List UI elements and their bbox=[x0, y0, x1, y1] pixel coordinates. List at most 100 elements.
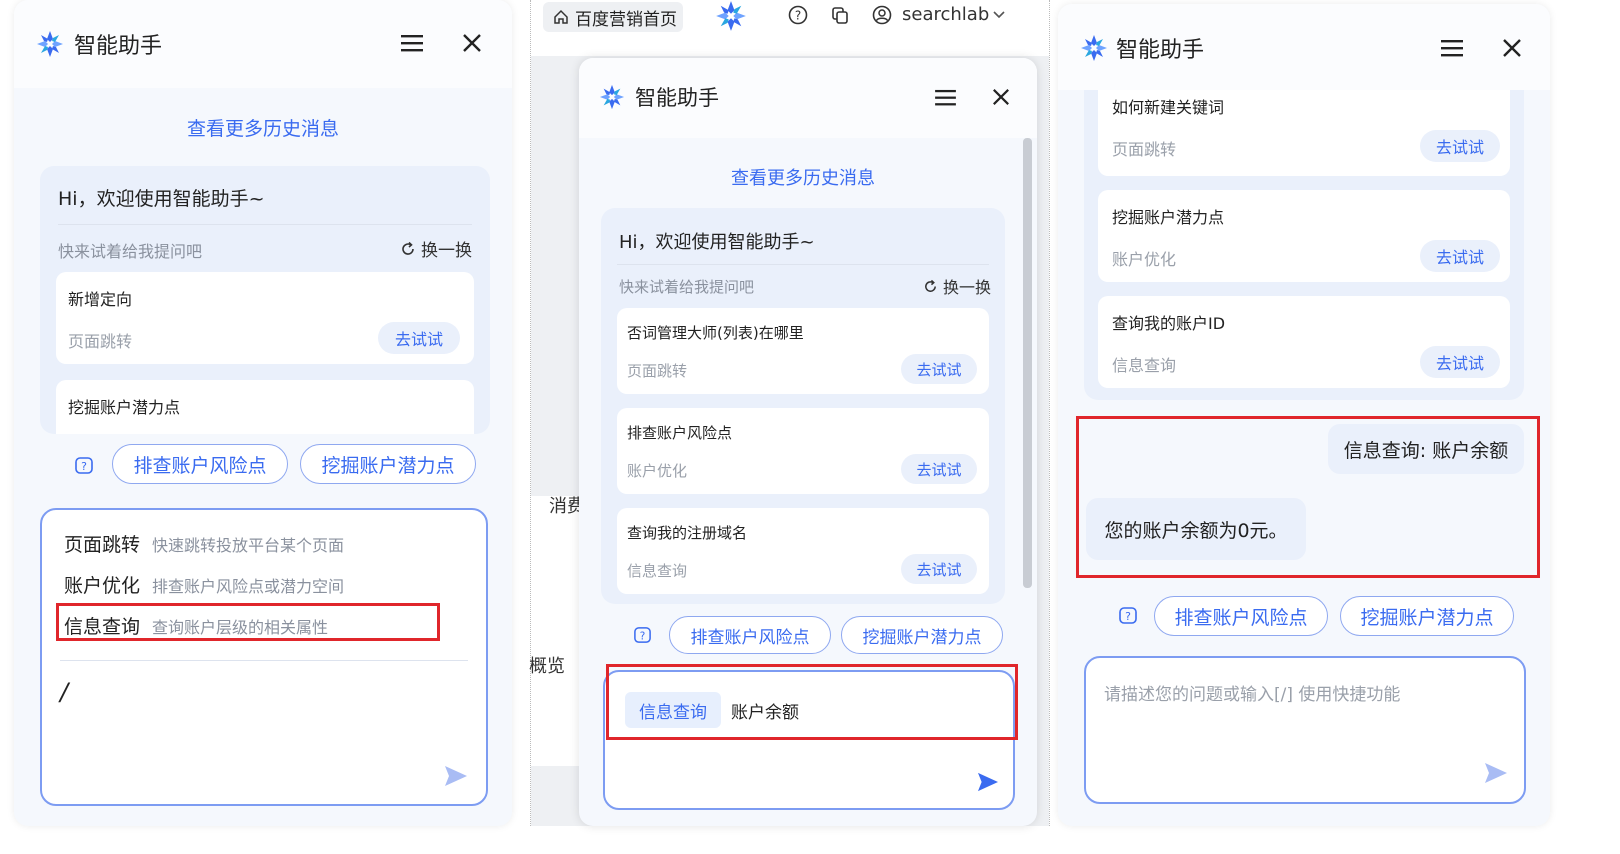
menu-icon[interactable] bbox=[933, 85, 957, 109]
input-box[interactable]: 请描述您的问题或输入[/] 使用快捷功能 bbox=[1084, 656, 1526, 804]
suggestion-card: 如何新建关键词 页面跳转 去试试 挖掘账户潜力点 账户优化 去试试 查询我的账户… bbox=[1084, 90, 1524, 400]
user-icon[interactable] bbox=[871, 4, 893, 26]
quick-chip-potential[interactable]: 挖掘账户潜力点 bbox=[841, 616, 1003, 654]
suggestion-category: 页面跳转 bbox=[627, 362, 688, 380]
send-icon[interactable] bbox=[977, 772, 999, 792]
suggestion-title: 挖掘账户潜力点 bbox=[68, 398, 181, 417]
suggestion-title: 如何新建关键词 bbox=[1112, 98, 1225, 117]
divider bbox=[617, 264, 989, 265]
try-button[interactable]: 去试试 bbox=[1420, 346, 1500, 378]
suggestion-title: 排查账户风险点 bbox=[627, 424, 733, 442]
bg-text: 概览 bbox=[529, 656, 565, 677]
help-icon[interactable]: ? bbox=[633, 626, 652, 645]
help-icon[interactable]: ? bbox=[74, 456, 94, 476]
quick-chip-potential[interactable]: 挖掘账户潜力点 bbox=[300, 444, 476, 484]
suggestion-item: 新增定向 页面跳转 去试试 bbox=[56, 272, 474, 364]
suggestion-category: 账户优化 bbox=[1112, 250, 1177, 269]
assistant-logo-icon bbox=[1080, 34, 1108, 62]
try-button[interactable]: 去试试 bbox=[378, 322, 460, 354]
suggestion-item: 否词管理大师(列表)在哪里 页面跳转 去试试 bbox=[617, 308, 989, 394]
suggestion-item: 排查账户风险点 账户优化 去试试 bbox=[617, 408, 989, 494]
quick-chip-risk[interactable]: 排查账户风险点 bbox=[1154, 596, 1328, 636]
refresh-button[interactable]: 换一换 bbox=[923, 274, 991, 298]
assistant-panel-3: 智能助手 如何新建关键词 页面跳转 去试试 挖掘账户潜力点 账户优化 去试试 查… bbox=[1058, 4, 1550, 826]
suggestion-category: 信息查询 bbox=[1112, 356, 1177, 375]
app-topbar: 百度营销首页 ? searchlab bbox=[531, 0, 1049, 56]
assistant-logo-icon bbox=[36, 30, 64, 58]
suggestion-title: 查询我的注册域名 bbox=[627, 524, 748, 542]
shortcut-name: 页面跳转 bbox=[64, 534, 141, 556]
quick-chip-potential[interactable]: 挖掘账户潜力点 bbox=[1340, 596, 1514, 636]
menu-icon[interactable] bbox=[400, 31, 424, 55]
svg-text:?: ? bbox=[1125, 610, 1131, 623]
input-box[interactable]: 页面跳转 快速跳转投放平台某个页面 账户优化 排查账户风险点或潜力空间 信息查询… bbox=[40, 508, 488, 806]
svg-text:?: ? bbox=[640, 630, 646, 642]
suggestion-item: 挖掘账户潜力点 bbox=[56, 380, 474, 434]
scrollbar[interactable] bbox=[1023, 138, 1032, 588]
suggestion-category: 账户优化 bbox=[627, 462, 688, 480]
home-icon bbox=[554, 9, 568, 24]
suggestion-title: 挖掘账户潜力点 bbox=[1112, 208, 1225, 227]
suggest-label: 快来试着给我提问吧 bbox=[619, 278, 755, 296]
welcome-card: Hi，欢迎使用智能助手~ 快来试着给我提问吧 换一换 新增定向 页面跳转 去试试… bbox=[40, 166, 490, 434]
svg-text:?: ? bbox=[795, 9, 801, 23]
suggest-label: 快来试着给我提问吧 bbox=[58, 242, 203, 261]
quick-chip-risk[interactable]: 排查账户风险点 bbox=[112, 444, 288, 484]
send-icon[interactable] bbox=[444, 765, 468, 787]
help-circle-icon[interactable]: ? bbox=[787, 4, 809, 26]
svg-text:?: ? bbox=[81, 460, 87, 473]
panel-title: 智能助手 bbox=[635, 86, 719, 110]
history-link[interactable]: 查看更多历史消息 bbox=[579, 164, 1037, 190]
refresh-label: 换一换 bbox=[421, 241, 472, 261]
shortcut-desc: 快速跳转投放平台某个页面 bbox=[152, 536, 345, 555]
try-button[interactable]: 去试试 bbox=[901, 454, 977, 484]
suggestion-title: 否词管理大师(列表)在哪里 bbox=[627, 324, 804, 342]
greeting-text: Hi，欢迎使用智能助手~ bbox=[58, 188, 265, 210]
history-link[interactable]: 查看更多历史消息 bbox=[14, 114, 512, 141]
suggestion-item: 查询我的注册域名 信息查询 去试试 bbox=[617, 508, 989, 594]
suggestion-category: 信息查询 bbox=[627, 562, 688, 580]
divider bbox=[60, 660, 468, 661]
input-placeholder: 请描述您的问题或输入[/] 使用快捷功能 bbox=[1104, 685, 1401, 705]
panel-header: 智能助手 bbox=[1058, 4, 1550, 90]
divider bbox=[58, 224, 472, 225]
assistant-logo-icon bbox=[599, 84, 625, 110]
suggestion-category: 页面跳转 bbox=[68, 332, 133, 351]
refresh-icon bbox=[925, 279, 936, 292]
highlight-box bbox=[1076, 416, 1540, 578]
suggestion-title: 新增定向 bbox=[68, 290, 133, 309]
suggestion-item: 挖掘账户潜力点 账户优化 去试试 bbox=[1098, 190, 1510, 282]
try-button[interactable]: 去试试 bbox=[1420, 130, 1500, 162]
panel-title: 智能助手 bbox=[74, 34, 163, 59]
suggestion-item: 查询我的账户ID 信息查询 去试试 bbox=[1098, 296, 1510, 388]
send-icon[interactable] bbox=[1484, 762, 1508, 784]
close-icon[interactable] bbox=[460, 31, 484, 55]
close-icon[interactable] bbox=[1500, 36, 1524, 60]
shortcut-name: 账户优化 bbox=[64, 575, 141, 597]
highlight-box bbox=[606, 664, 1018, 740]
try-button[interactable]: 去试试 bbox=[901, 554, 977, 584]
user-name[interactable]: searchlab bbox=[902, 4, 989, 25]
separator bbox=[1049, 0, 1050, 826]
highlight-box bbox=[56, 603, 440, 641]
input-text: / bbox=[60, 678, 69, 706]
menu-icon[interactable] bbox=[1440, 36, 1464, 60]
try-button[interactable]: 去试试 bbox=[901, 354, 977, 384]
assistant-panel-1: 智能助手 查看更多历史消息 Hi，欢迎使用智能助手~ 快来试着给我提问吧 换一换… bbox=[14, 0, 512, 826]
close-icon[interactable] bbox=[989, 85, 1013, 109]
greeting-text: Hi，欢迎使用智能助手~ bbox=[619, 232, 815, 253]
panel-header: 智能助手 bbox=[579, 58, 1037, 138]
chevron-down-icon[interactable] bbox=[991, 7, 1007, 23]
shortcut-page-jump[interactable]: 页面跳转 快速跳转投放平台某个页面 bbox=[64, 530, 344, 557]
help-icon[interactable]: ? bbox=[1118, 606, 1138, 626]
panel-header: 智能助手 bbox=[14, 0, 512, 88]
refresh-label: 换一换 bbox=[943, 278, 992, 297]
home-link[interactable]: 百度营销首页 bbox=[543, 2, 683, 32]
refresh-button[interactable]: 换一换 bbox=[400, 236, 472, 261]
panel-title: 智能助手 bbox=[1116, 38, 1205, 63]
copy-icon[interactable] bbox=[829, 4, 851, 26]
quick-chip-risk[interactable]: 排查账户风险点 bbox=[669, 616, 831, 654]
shortcut-account-optimize[interactable]: 账户优化 排查账户风险点或潜力空间 bbox=[64, 571, 344, 598]
try-button[interactable]: 去试试 bbox=[1420, 240, 1500, 272]
suggestion-category: 页面跳转 bbox=[1112, 140, 1177, 159]
